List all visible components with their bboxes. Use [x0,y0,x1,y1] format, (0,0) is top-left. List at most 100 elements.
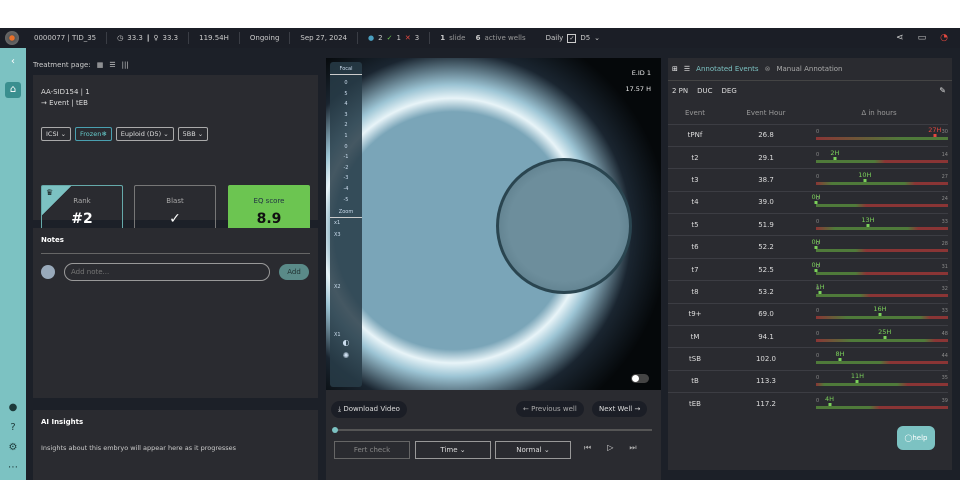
top-bar: 0000077 | TID_35 ◷ 33.3 | ♀ 33.3 119.54H Ong… [0,28,960,48]
settings-icon[interactable]: ⚙ [5,440,21,456]
play-icon[interactable]: ▷ [607,443,613,453]
table-row[interactable]: tSB 102.0 0 44 8H [668,347,948,371]
focal-zoom-slider[interactable]: Focal 0 5 4 3 2 1 0 -1 -2 -3 -4 -5 Zoom x1 X3 X2 X1 ◐ … [330,62,362,387]
time-select[interactable]: Time ⌄ [415,441,491,459]
delta-bar: 0 27 10H [816,170,948,188]
embryo-id: AA-SID154 | 1 [41,88,90,96]
help-button[interactable]: ◯help [897,426,935,450]
speed-select[interactable]: Normal ⌄ [495,441,571,459]
zoom-tick: X3 [334,232,341,239]
download-video-button[interactable]: ⤓ Download Video [331,401,407,418]
delta-label: 16H [873,305,887,314]
tab-manual-annotation[interactable]: Manual Annotation [776,65,842,73]
list-icon[interactable]: ☰ [684,65,690,73]
checkbox-icon[interactable]: ✓ [567,33,577,43]
zoom-tick: X1 [334,332,341,339]
delta-marker [933,134,937,138]
delta-label: 1H [815,282,825,291]
help-icon[interactable]: ? [5,420,21,436]
chip-euploid[interactable]: Euploid (D5) ⌄ [115,127,174,141]
delta-bar: 0 33 16H [816,305,948,322]
focal-tick: 4 [344,101,348,108]
user-icon[interactable]: ● [5,400,21,416]
grid-view-icon[interactable]: ▦ [97,61,104,69]
zoom-tick: X2 [334,284,341,291]
table-row[interactable]: t2 29.1 0 14 2H [668,145,948,169]
delta-bar: 0 32 1H [815,282,948,300]
tag[interactable]: DUC [697,87,712,95]
focal-tick: -3 [343,175,349,182]
ai-insights-panel: AI Insights Insights about this embryo w… [33,410,318,480]
tag[interactable]: 2 PN [672,87,688,95]
add-note-button[interactable]: Add [279,264,309,280]
focal-tick: 5 [344,90,348,97]
step-forward-icon[interactable]: ⏭ [629,443,636,453]
delta-label: 11H [850,372,865,381]
focal-tick: 0 [344,80,348,86]
tag[interactable]: DEG [722,87,737,95]
video-icon[interactable]: ▭ [918,33,927,43]
back-chevron-icon[interactable]: ‹ [5,54,21,70]
delta-marker [838,358,842,362]
delta-label: 25H [878,327,892,336]
contrast-icon[interactable]: ◐ [330,338,362,347]
delta-bar: 0 30 27H [816,126,948,143]
table-row[interactable]: t7 52.5 0 31 0H [668,257,948,281]
focal-tick: 1 [344,132,348,139]
delta-bar: 0 14 2H [816,148,948,166]
table-row[interactable]: t8 53.2 0 32 1H [668,280,948,304]
previous-well-button[interactable]: ← Previous well [516,401,584,417]
table-row[interactable]: tPNf 26.8 0 30 27H [668,123,948,147]
tab-annotated-events[interactable]: Annotated Events [696,65,758,73]
home-icon[interactable]: ⌂ [5,82,21,98]
focal-tick: -2 [343,164,349,171]
logo [0,28,24,48]
delta-bar: 0 39 4H [816,395,948,412]
list-view-icon[interactable]: ☰ [109,61,115,69]
embryo [496,158,632,294]
note-input[interactable] [64,263,270,281]
fert-check-button[interactable]: Fert check [334,441,410,459]
delta-marker [883,335,887,339]
share-icon[interactable]: ⋖ [896,33,904,43]
main: Treatment page: ▦ ☰ ||| AA-SID154 | 1 → Ev… [26,48,960,480]
delta-label: 0H [811,260,821,269]
delta-label: 2H [830,148,840,157]
column-view-icon[interactable]: ||| [122,61,129,69]
table-row[interactable]: t5 51.9 0 33 13H [668,213,948,236]
edit-icon[interactable]: ✎ [939,86,946,95]
delta-label: 10H [858,170,872,179]
delta-marker [855,380,859,384]
focal-tick: -4 [343,185,349,192]
table-row[interactable]: t3 38.7 0 27 10H [668,168,948,192]
events-panel: ⊞ ☰ Annotated Events ⊗ Manual Annotation … [668,58,952,470]
counts: ● 2 ✓ 1 ✕ 3 [358,32,431,44]
alarm-icon[interactable]: ◔ [940,33,948,43]
status: Ongoing [240,32,291,44]
table-row[interactable]: t9+ 69.0 0 33 16H [668,302,948,326]
delta-bar: 0 28 0H [811,238,948,255]
table-row[interactable]: tEB 117.2 0 39 4H [668,392,948,416]
ages: ◷ 33.3 | ♀ 33.3 [107,32,190,44]
chip-icsi[interactable]: ICSI ⌄ [41,127,72,141]
grid-icon[interactable]: ⊞ [672,65,678,73]
next-well-button[interactable]: Next Well → [592,401,648,417]
table-row[interactable]: tM 94.1 0 48 25H [668,325,948,348]
delta-label: 13H [861,215,875,224]
step-back-icon[interactable]: ⏮ [584,443,591,453]
delta-label: 8H [835,350,845,359]
day-select[interactable]: Daily ✓ D5 ⌄ [536,32,610,44]
toggle[interactable] [631,374,649,383]
timeline-slider[interactable] [332,427,652,433]
more-icon[interactable]: ⋯ [5,460,21,476]
viewer-panel: E.ID 1 17.57 H Focal 0 5 4 3 2 1 0 -1 -2 -3 -4 -5 Zo… [326,58,661,480]
chip-frozen[interactable]: Frozen❄ [75,127,112,141]
table-row[interactable]: tB 113.3 0 35 11H [668,369,948,393]
treatment-view: Treatment page: ▦ ☰ ||| [33,61,129,69]
delta-bar: 0 31 0H [811,261,948,278]
delta-marker [863,178,867,182]
table-row[interactable]: t6 52.2 0 28 0H [668,235,948,259]
brightness-icon[interactable]: ✺ [330,351,362,360]
chip-grade[interactable]: 5BB ⌄ [177,127,209,141]
table-row[interactable]: t4 39.0 0 24 0H [668,190,948,214]
